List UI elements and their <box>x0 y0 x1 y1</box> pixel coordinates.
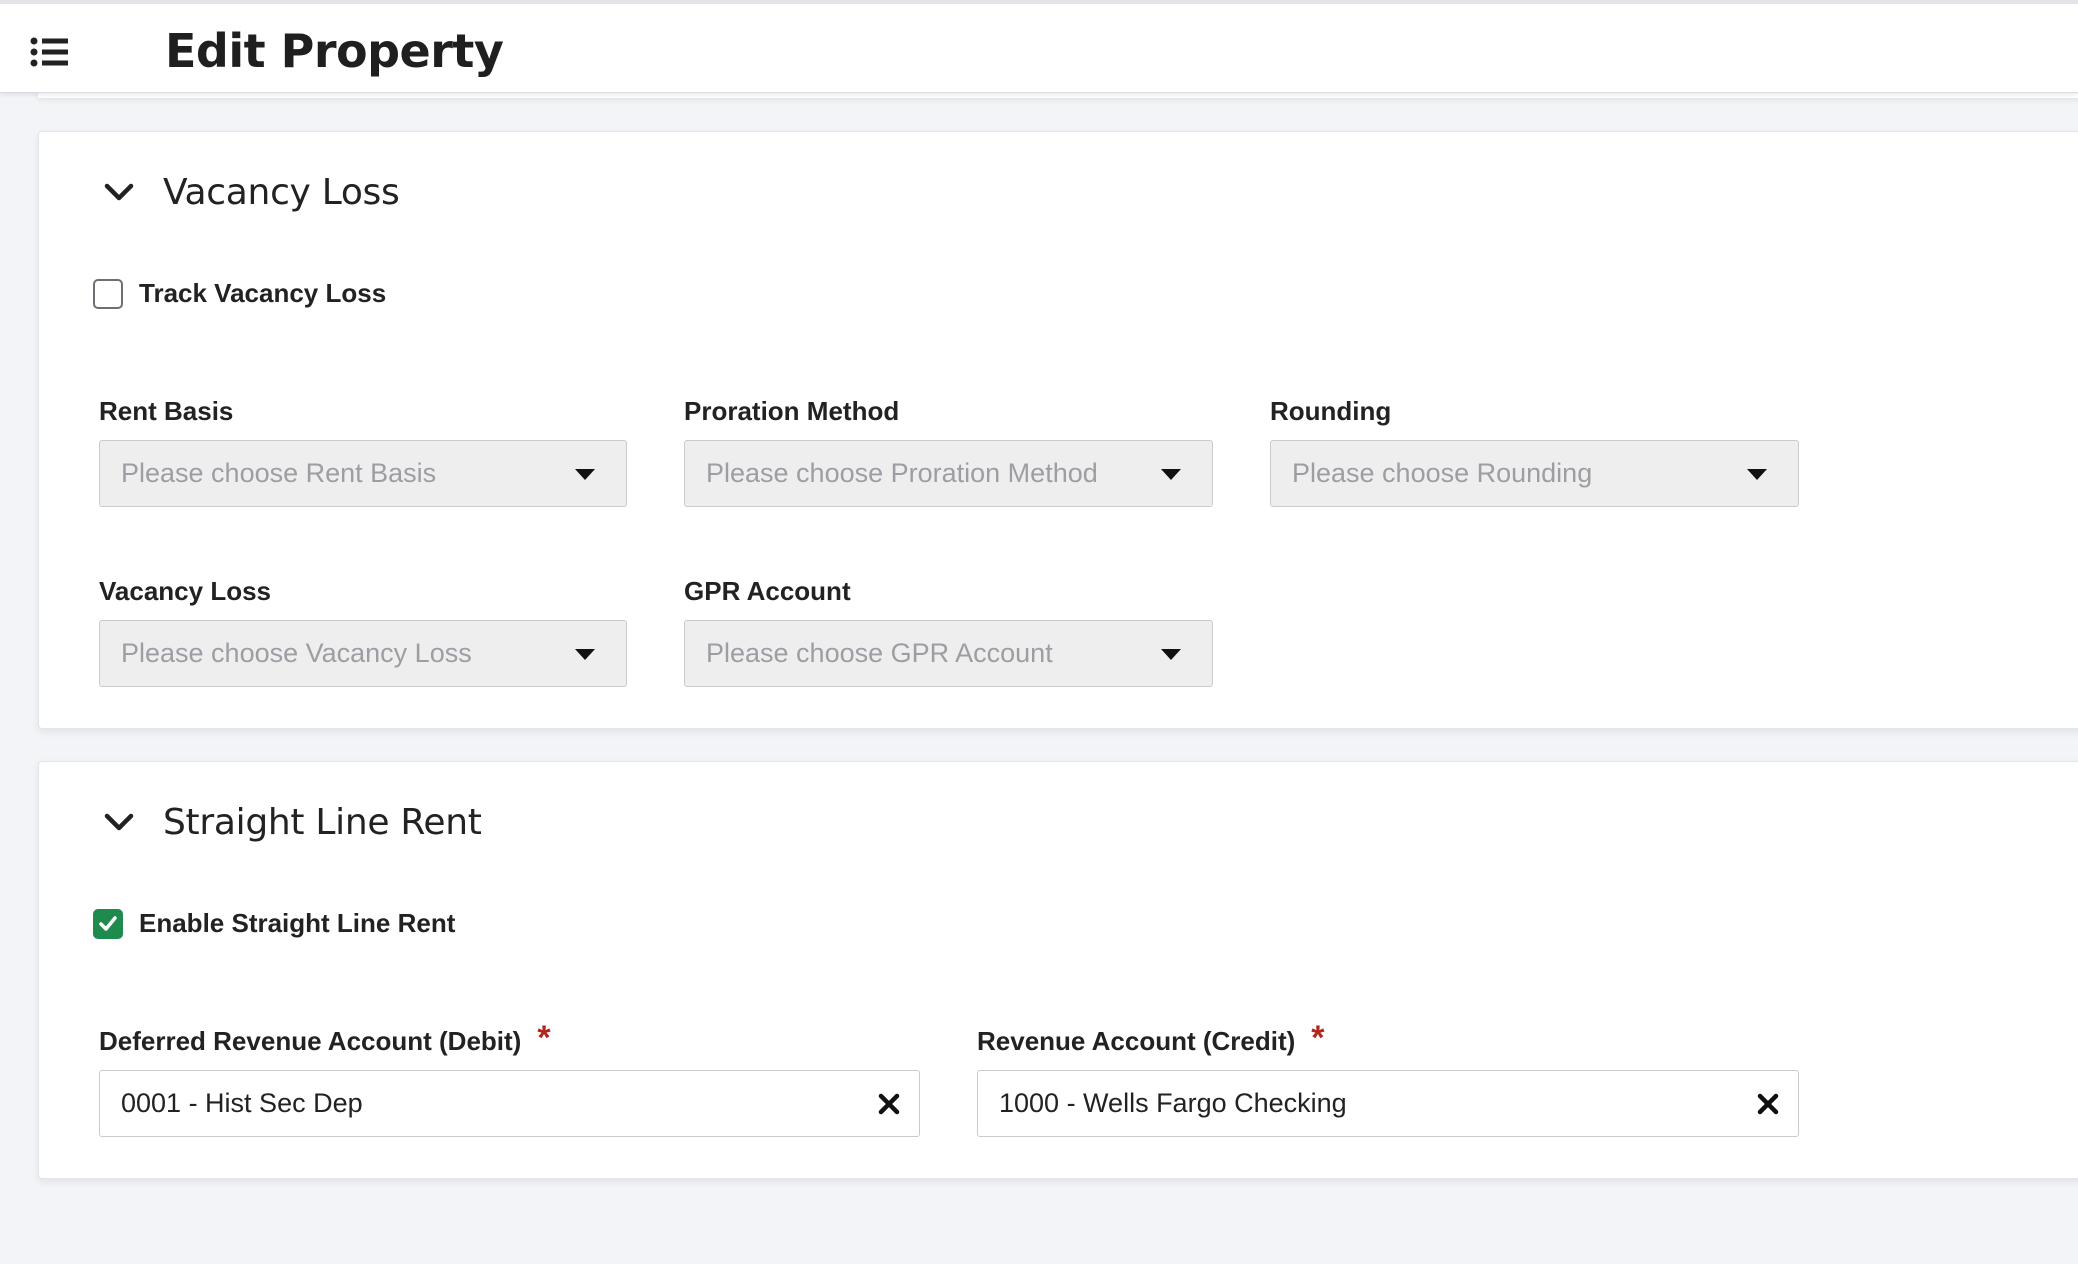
field-label: GPR Account <box>684 576 851 606</box>
deferred-revenue-account-select[interactable]: 0001 - Hist Sec Dep <box>99 1070 920 1137</box>
straight-line-rent-section: Straight Line Rent Enable Straight Line … <box>38 761 2078 1179</box>
proration-method-field: Proration Method Please choose Proration… <box>684 394 1213 507</box>
clear-icon[interactable] <box>1756 1092 1780 1116</box>
section-title: Vacancy Loss <box>163 171 400 213</box>
deferred-revenue-field: Deferred Revenue Account (Debit) * 0001 … <box>99 1019 920 1137</box>
field-label: Rent Basis <box>99 396 234 426</box>
caret-down-icon <box>1746 467 1768 481</box>
required-marker: * <box>537 1019 551 1057</box>
field-label: Vacancy Loss <box>99 576 271 606</box>
field-label: Proration Method <box>684 396 900 426</box>
field-label: Revenue Account (Credit) <box>977 1026 1296 1056</box>
required-marker: * <box>1311 1019 1325 1057</box>
vacancy-loss-select[interactable]: Please choose Vacancy Loss <box>99 620 627 687</box>
page-header: Edit Property <box>0 4 2078 93</box>
select-placeholder: Please choose GPR Account <box>706 638 1053 668</box>
rounding-field: Rounding Please choose Rounding <box>1270 394 1799 507</box>
rounding-select[interactable]: Please choose Rounding <box>1270 440 1799 507</box>
checkbox-label: Track Vacancy Loss <box>139 278 387 308</box>
revenue-account-select[interactable]: 1000 - Wells Fargo Checking <box>977 1070 1799 1137</box>
rent-basis-select[interactable]: Please choose Rent Basis <box>99 440 627 507</box>
field-label: Deferred Revenue Account (Debit) <box>99 1026 522 1056</box>
track-vacancy-loss-toggle[interactable]: Track Vacancy Loss <box>93 278 386 309</box>
selected-value: 1000 - Wells Fargo Checking <box>999 1088 1347 1118</box>
enable-straight-line-rent-toggle[interactable]: Enable Straight Line Rent <box>93 908 455 939</box>
checkbox-label: Enable Straight Line Rent <box>139 908 456 938</box>
select-placeholder: Please choose Proration Method <box>706 458 1098 488</box>
revenue-account-field: Revenue Account (Credit) * 1000 - Wells … <box>977 1019 1799 1137</box>
vacancy-loss-account-field: Vacancy Loss Please choose Vacancy Loss <box>99 574 627 687</box>
caret-down-icon <box>574 467 596 481</box>
vacancy-loss-section: Vacancy Loss Track Vacancy Loss Rent Bas… <box>38 131 2078 729</box>
selected-value: 0001 - Hist Sec Dep <box>121 1088 363 1118</box>
page-title: Edit Property <box>165 24 504 78</box>
chevron-down-icon <box>101 804 137 840</box>
rent-basis-field: Rent Basis Please choose Rent Basis <box>99 394 627 507</box>
field-label-row: Deferred Revenue Account (Debit) * <box>99 1019 920 1058</box>
vacancy-loss-header[interactable]: Vacancy Loss <box>101 162 400 222</box>
section-title: Straight Line Rent <box>163 801 482 843</box>
gpr-account-field: GPR Account Please choose GPR Account <box>684 574 1213 687</box>
list-icon[interactable] <box>28 32 72 72</box>
enable-straight-line-rent-checkbox[interactable] <box>93 908 123 939</box>
select-placeholder: Please choose Rounding <box>1292 458 1593 488</box>
caret-down-icon <box>574 647 596 661</box>
proration-method-select[interactable]: Please choose Proration Method <box>684 440 1213 507</box>
select-placeholder: Please choose Rent Basis <box>121 458 437 488</box>
track-vacancy-loss-checkbox[interactable] <box>93 278 123 309</box>
clear-icon[interactable] <box>877 1092 901 1116</box>
checkmark-icon <box>99 915 117 931</box>
chevron-down-icon <box>101 174 137 210</box>
gpr-account-select[interactable]: Please choose GPR Account <box>684 620 1213 687</box>
straight-line-rent-header[interactable]: Straight Line Rent <box>101 792 482 852</box>
field-label-row: Revenue Account (Credit) * <box>977 1019 1799 1058</box>
field-label: Rounding <box>1270 396 1392 426</box>
caret-down-icon <box>1160 647 1182 661</box>
select-placeholder: Please choose Vacancy Loss <box>121 638 472 668</box>
caret-down-icon <box>1160 467 1182 481</box>
